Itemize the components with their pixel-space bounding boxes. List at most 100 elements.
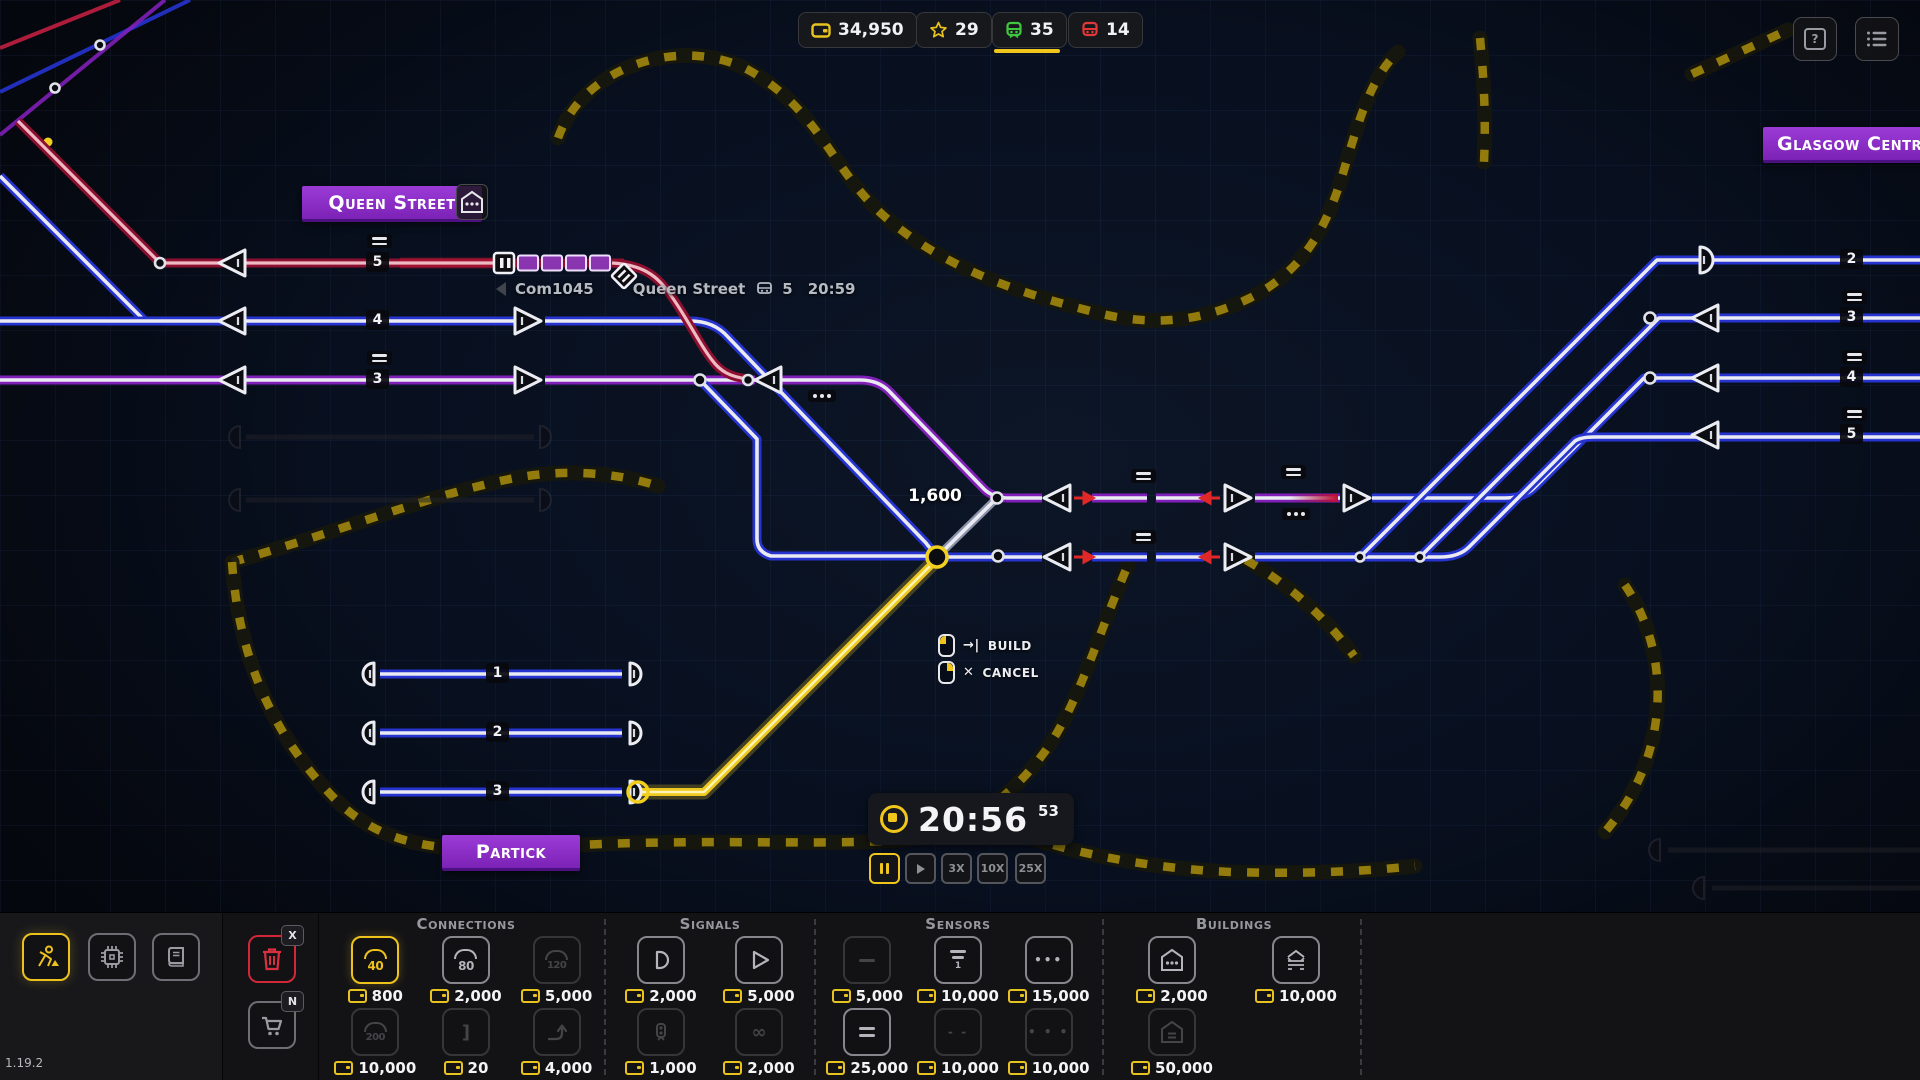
clock-time: 20:56 (918, 803, 1028, 836)
platform-number: 2 (1840, 249, 1863, 269)
toolbar-section-sensors: Sensors 5,000 1 10,000 ••• 15,000 (822, 913, 1094, 1080)
toolbar-item-basic-sensor[interactable]: 5,000 (825, 936, 909, 1005)
star-counter: 29 (916, 12, 992, 48)
station-icon-queen-street[interactable] (456, 184, 488, 220)
wallet-icon (1255, 989, 1274, 1003)
toolbar-item-path-signal[interactable]: 2,000 (619, 936, 703, 1005)
speed-80-icon: 80 (454, 949, 477, 972)
toolbar-item-station[interactable]: 2,000 (1130, 936, 1214, 1005)
toolbar-item-platform-sensor[interactable]: 1 10,000 (916, 936, 1000, 1005)
wallet-icon (1131, 1061, 1150, 1075)
platform-number: 3 (486, 781, 509, 801)
platform-number: 3 (366, 369, 389, 389)
speed-pause-button[interactable] (869, 853, 900, 884)
wallet-icon (1136, 989, 1155, 1003)
wallet-icon (917, 989, 936, 1003)
price-label: 15,000 (1032, 987, 1090, 1005)
sensor-badge[interactable] (1842, 407, 1867, 421)
toolbar-item-crossover[interactable]: 4,000 (515, 1008, 599, 1077)
toolbar-item-auto-block[interactable]: ∞ 2,000 (717, 1008, 801, 1077)
menu-button[interactable] (1855, 17, 1899, 61)
sensor-badge[interactable] (1131, 530, 1156, 544)
trains-running-counter: 35 (992, 12, 1067, 48)
station-house-icon (460, 189, 484, 215)
sensor-badge[interactable] (367, 351, 392, 365)
train-label[interactable]: Com1045 Queen Street 5 20:59 (496, 280, 855, 298)
help-icon: ? (1804, 28, 1826, 50)
speed-3x-button[interactable]: 3X (941, 853, 972, 884)
platform-number: 4 (366, 310, 389, 330)
toolbar-item-speed-sensor[interactable]: ‐ ‐ 10,000 (916, 1008, 1000, 1077)
dots-sensor-icon: ••• (1034, 953, 1063, 967)
price-label: 25,000 (850, 1059, 908, 1077)
list-menu-icon (1866, 30, 1888, 48)
platform-number: 5 (366, 252, 389, 272)
cancel-hint: ✕ Cancel (938, 661, 1039, 684)
cart-icon (259, 1013, 285, 1038)
toolbar-item-double-sensor[interactable]: 25,000 (825, 1008, 909, 1077)
help-button[interactable]: ? (1793, 17, 1837, 61)
dispatch-map[interactable]: Queen Street Partick Glasgow Central 5 4… (0, 0, 1920, 912)
price-label: 2,000 (1160, 987, 1207, 1005)
trains-waiting-counter: 14 (1068, 12, 1143, 48)
build-mode-button[interactable] (22, 933, 70, 981)
manual-tool-button[interactable] (152, 933, 200, 981)
price-label: 10,000 (1279, 987, 1337, 1005)
corner-tracks[interactable] (0, 0, 190, 147)
star-value: 29 (955, 20, 979, 40)
circuits-tool-button[interactable] (88, 933, 136, 981)
wallet-icon (1008, 1061, 1027, 1075)
toolbar-item-track-120[interactable]: 120 5,000 (515, 936, 599, 1005)
price-label: 10,000 (941, 987, 999, 1005)
price-label: 2,000 (454, 987, 501, 1005)
toolbar-item-spaced-dots-sensor[interactable]: • • • 10,000 (1007, 1008, 1091, 1077)
dwarf-signal-icon (649, 1020, 673, 1044)
mouse-right-icon (938, 661, 955, 684)
sensor-badge[interactable] (1842, 350, 1867, 364)
direction-arrows (1074, 493, 1220, 562)
money-value: 34,950 (838, 20, 904, 40)
train-running-icon (1005, 21, 1023, 39)
double-line-sensor-icon (859, 1027, 875, 1037)
wallet-icon (625, 989, 644, 1003)
price-label: 4,000 (545, 1059, 592, 1077)
sensor-badge[interactable] (1281, 465, 1306, 479)
cancel-hint-label: Cancel (983, 666, 1039, 680)
toolbar-item-wait-sensor[interactable]: ••• 15,000 (1007, 936, 1091, 1005)
speed-40-icon: 40 (364, 949, 387, 972)
toolbar-item-track-200[interactable]: 200 10,000 (333, 1008, 417, 1077)
toolbar-item-auto-signal[interactable]: 5,000 (717, 936, 801, 1005)
wallet-icon (723, 1061, 742, 1075)
sensor-badge[interactable] (1842, 290, 1867, 304)
toolbar-item-track-40[interactable]: 40 800 (333, 936, 417, 1005)
game-screen: Queen Street Partick Glasgow Central 5 4… (0, 0, 1920, 1080)
sensor-badge[interactable] (1131, 469, 1156, 483)
price-label: 10,000 (941, 1059, 999, 1077)
selected-route[interactable] (640, 560, 936, 792)
wallet-icon (832, 989, 851, 1003)
track-network[interactable] (0, 121, 1920, 792)
toolbar-item-dwarf-signal[interactable]: 1,000 (619, 1008, 703, 1077)
speed-play-button[interactable] (905, 853, 936, 884)
trash-icon (260, 946, 284, 972)
price-label: 10,000 (1032, 1059, 1090, 1077)
toolbar-item-track-80[interactable]: 80 2,000 (424, 936, 508, 1005)
speed-10x-button[interactable]: 10X (977, 853, 1008, 884)
toolbar-item-platform-extension[interactable]: 10,000 (1254, 936, 1338, 1005)
speed-25x-button[interactable]: 25X (1015, 853, 1046, 884)
clock-stop-icon (880, 805, 908, 833)
train-id: Com1045 (515, 280, 594, 298)
train-direction-icon (496, 282, 506, 296)
price-label: 1,000 (649, 1059, 696, 1077)
platform-number: 2 (486, 722, 509, 742)
toolbar-section-signals: Signals 2,000 5,000 (612, 913, 808, 1080)
sensor-badge[interactable] (367, 234, 392, 248)
toolbar-item-bumper[interactable]: ] 20 (424, 1008, 508, 1077)
wait-sensor-badge[interactable] (1282, 508, 1310, 520)
station-building-icon (1159, 947, 1185, 973)
toolbar-item-depot[interactable]: 50,000 (1130, 1008, 1214, 1077)
wait-sensor-badge[interactable] (808, 390, 836, 402)
wallet-icon (430, 989, 449, 1003)
construction-worker-icon (32, 943, 60, 971)
build-arrow-icon: →| (963, 638, 980, 653)
